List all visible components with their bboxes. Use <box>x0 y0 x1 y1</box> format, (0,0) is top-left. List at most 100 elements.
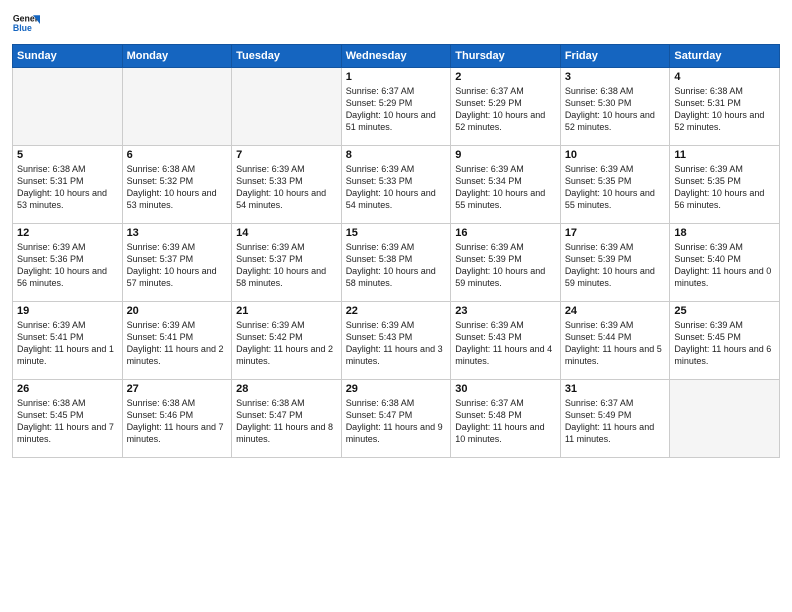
calendar-table: SundayMondayTuesdayWednesdayThursdayFrid… <box>12 44 780 458</box>
calendar-cell: 14 Sunrise: 6:39 AM Sunset: 5:37 PM Dayli… <box>232 224 342 302</box>
cell-info: Sunrise: 6:39 AM Sunset: 5:37 PM Dayligh… <box>127 241 228 290</box>
cell-info: Sunrise: 6:39 AM Sunset: 5:36 PM Dayligh… <box>17 241 118 290</box>
cell-info: Sunrise: 6:39 AM Sunset: 5:33 PM Dayligh… <box>346 163 447 212</box>
cell-info: Sunrise: 6:37 AM Sunset: 5:29 PM Dayligh… <box>346 85 447 134</box>
day-number: 13 <box>127 227 228 239</box>
day-number: 9 <box>455 149 556 161</box>
calendar-day-header: Wednesday <box>341 45 451 68</box>
calendar-day-header: Thursday <box>451 45 561 68</box>
calendar-cell: 31 Sunrise: 6:37 AM Sunset: 5:49 PM Dayli… <box>560 380 670 458</box>
calendar-cell <box>670 380 780 458</box>
cell-info: Sunrise: 6:38 AM Sunset: 5:31 PM Dayligh… <box>674 85 775 134</box>
day-number: 16 <box>455 227 556 239</box>
cell-info: Sunrise: 6:39 AM Sunset: 5:43 PM Dayligh… <box>346 319 447 368</box>
day-number: 15 <box>346 227 447 239</box>
day-number: 5 <box>17 149 118 161</box>
cell-info: Sunrise: 6:38 AM Sunset: 5:45 PM Dayligh… <box>17 397 118 446</box>
calendar-cell: 18 Sunrise: 6:39 AM Sunset: 5:40 PM Dayli… <box>670 224 780 302</box>
day-number: 19 <box>17 305 118 317</box>
cell-info: Sunrise: 6:39 AM Sunset: 5:34 PM Dayligh… <box>455 163 556 212</box>
calendar-cell: 26 Sunrise: 6:38 AM Sunset: 5:45 PM Dayli… <box>13 380 123 458</box>
calendar-cell: 27Sunrise: 6:38 AM Sunset: 5:46 PM Dayli… <box>122 380 232 458</box>
calendar-cell: 19Sunrise: 6:39 AM Sunset: 5:41 PM Dayli… <box>13 302 123 380</box>
calendar-day-header: Friday <box>560 45 670 68</box>
cell-info: Sunrise: 6:39 AM Sunset: 5:40 PM Dayligh… <box>674 241 775 290</box>
calendar-week-row: 5 Sunrise: 6:38 AM Sunset: 5:31 PM Daylig… <box>13 146 780 224</box>
day-number: 10 <box>565 149 666 161</box>
calendar-cell: 2 Sunrise: 6:37 AM Sunset: 5:29 PM Daylig… <box>451 68 561 146</box>
calendar-cell: 11 Sunrise: 6:39 AM Sunset: 5:35 PM Dayli… <box>670 146 780 224</box>
cell-info: Sunrise: 6:39 AM Sunset: 5:35 PM Dayligh… <box>674 163 775 212</box>
cell-info: Sunrise: 6:39 AM Sunset: 5:42 PM Dayligh… <box>236 319 337 368</box>
calendar-cell: 12 Sunrise: 6:39 AM Sunset: 5:36 PM Dayli… <box>13 224 123 302</box>
day-number: 18 <box>674 227 775 239</box>
calendar-cell: 9 Sunrise: 6:39 AM Sunset: 5:34 PM Daylig… <box>451 146 561 224</box>
cell-info: Sunrise: 6:38 AM Sunset: 5:46 PM Dayligh… <box>127 397 228 446</box>
calendar-cell: 22Sunrise: 6:39 AM Sunset: 5:43 PM Dayli… <box>341 302 451 380</box>
calendar-cell <box>232 68 342 146</box>
cell-info: Sunrise: 6:38 AM Sunset: 5:31 PM Dayligh… <box>17 163 118 212</box>
cell-info: Sunrise: 6:39 AM Sunset: 5:44 PM Dayligh… <box>565 319 666 368</box>
calendar-cell: 6 Sunrise: 6:38 AM Sunset: 5:32 PM Daylig… <box>122 146 232 224</box>
cell-info: Sunrise: 6:37 AM Sunset: 5:49 PM Dayligh… <box>565 397 666 446</box>
calendar-cell: 25 Sunrise: 6:39 AM Sunset: 5:45 PM Dayli… <box>670 302 780 380</box>
header: General Blue <box>12 10 780 38</box>
cell-info: Sunrise: 6:38 AM Sunset: 5:32 PM Dayligh… <box>127 163 228 212</box>
calendar-cell: 5 Sunrise: 6:38 AM Sunset: 5:31 PM Daylig… <box>13 146 123 224</box>
day-number: 8 <box>346 149 447 161</box>
cell-info: Sunrise: 6:39 AM Sunset: 5:33 PM Dayligh… <box>236 163 337 212</box>
calendar-cell: 10Sunrise: 6:39 AM Sunset: 5:35 PM Dayli… <box>560 146 670 224</box>
calendar-cell: 23Sunrise: 6:39 AM Sunset: 5:43 PM Dayli… <box>451 302 561 380</box>
calendar-cell: 15 Sunrise: 6:39 AM Sunset: 5:38 PM Dayli… <box>341 224 451 302</box>
calendar-week-row: 26 Sunrise: 6:38 AM Sunset: 5:45 PM Dayli… <box>13 380 780 458</box>
day-number: 11 <box>674 149 775 161</box>
cell-info: Sunrise: 6:39 AM Sunset: 5:39 PM Dayligh… <box>565 241 666 290</box>
calendar-cell: 29 Sunrise: 6:38 AM Sunset: 5:47 PM Dayli… <box>341 380 451 458</box>
day-number: 25 <box>674 305 775 317</box>
calendar-day-header: Sunday <box>13 45 123 68</box>
calendar-cell: 13 Sunrise: 6:39 AM Sunset: 5:37 PM Dayli… <box>122 224 232 302</box>
cell-info: Sunrise: 6:39 AM Sunset: 5:37 PM Dayligh… <box>236 241 337 290</box>
day-number: 2 <box>455 71 556 83</box>
calendar-header-row: SundayMondayTuesdayWednesdayThursdayFrid… <box>13 45 780 68</box>
calendar-day-header: Saturday <box>670 45 780 68</box>
svg-text:Blue: Blue <box>13 23 32 33</box>
calendar-day-header: Monday <box>122 45 232 68</box>
day-number: 31 <box>565 383 666 395</box>
calendar-cell: 4 Sunrise: 6:38 AM Sunset: 5:31 PM Daylig… <box>670 68 780 146</box>
calendar-week-row: 1 Sunrise: 6:37 AM Sunset: 5:29 PM Daylig… <box>13 68 780 146</box>
calendar-cell: 20Sunrise: 6:39 AM Sunset: 5:41 PM Dayli… <box>122 302 232 380</box>
calendar-cell: 1 Sunrise: 6:37 AM Sunset: 5:29 PM Daylig… <box>341 68 451 146</box>
day-number: 14 <box>236 227 337 239</box>
day-number: 12 <box>17 227 118 239</box>
day-number: 24 <box>565 305 666 317</box>
calendar-day-header: Tuesday <box>232 45 342 68</box>
logo-icon: General Blue <box>12 10 40 38</box>
calendar-cell: 7 Sunrise: 6:39 AM Sunset: 5:33 PM Daylig… <box>232 146 342 224</box>
cell-info: Sunrise: 6:39 AM Sunset: 5:39 PM Dayligh… <box>455 241 556 290</box>
calendar-cell: 8 Sunrise: 6:39 AM Sunset: 5:33 PM Daylig… <box>341 146 451 224</box>
cell-info: Sunrise: 6:37 AM Sunset: 5:29 PM Dayligh… <box>455 85 556 134</box>
calendar-cell: 24 Sunrise: 6:39 AM Sunset: 5:44 PM Dayli… <box>560 302 670 380</box>
day-number: 6 <box>127 149 228 161</box>
logo: General Blue <box>12 10 40 38</box>
day-number: 7 <box>236 149 337 161</box>
calendar-cell: 17 Sunrise: 6:39 AM Sunset: 5:39 PM Dayli… <box>560 224 670 302</box>
day-number: 28 <box>236 383 337 395</box>
day-number: 1 <box>346 71 447 83</box>
day-number: 30 <box>455 383 556 395</box>
day-number: 17 <box>565 227 666 239</box>
cell-info: Sunrise: 6:38 AM Sunset: 5:47 PM Dayligh… <box>346 397 447 446</box>
day-number: 4 <box>674 71 775 83</box>
calendar-week-row: 19Sunrise: 6:39 AM Sunset: 5:41 PM Dayli… <box>13 302 780 380</box>
calendar-cell: 21 Sunrise: 6:39 AM Sunset: 5:42 PM Dayli… <box>232 302 342 380</box>
day-number: 29 <box>346 383 447 395</box>
calendar-cell <box>13 68 123 146</box>
page: General Blue SundayMondayTuesdayWednesda… <box>0 0 792 612</box>
day-number: 26 <box>17 383 118 395</box>
cell-info: Sunrise: 6:38 AM Sunset: 5:47 PM Dayligh… <box>236 397 337 446</box>
day-number: 21 <box>236 305 337 317</box>
calendar-cell: 3Sunrise: 6:38 AM Sunset: 5:30 PM Daylig… <box>560 68 670 146</box>
cell-info: Sunrise: 6:39 AM Sunset: 5:38 PM Dayligh… <box>346 241 447 290</box>
cell-info: Sunrise: 6:39 AM Sunset: 5:45 PM Dayligh… <box>674 319 775 368</box>
